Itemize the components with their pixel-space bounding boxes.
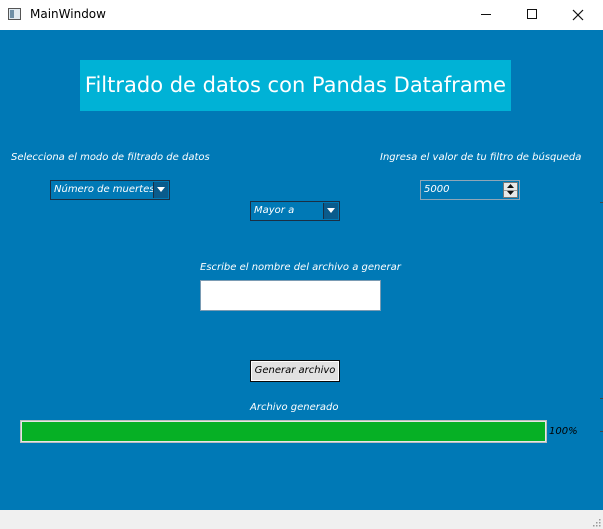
resize-grip-icon[interactable] bbox=[591, 517, 601, 527]
comparison-selected-value: Mayor a bbox=[254, 205, 295, 216]
close-icon bbox=[572, 9, 584, 21]
progress-bar bbox=[20, 420, 547, 443]
generate-file-button-label: Generar archivo bbox=[254, 365, 336, 376]
close-button[interactable] bbox=[555, 0, 601, 30]
generate-file-button[interactable]: Generar archivo bbox=[250, 360, 340, 382]
main-window-client-area: Filtrado de datos con Pandas Dataframe S… bbox=[0, 30, 603, 510]
filter-mode-dropdown[interactable]: Número de muertes bbox=[50, 180, 170, 200]
status-bar bbox=[0, 510, 603, 529]
filter-mode-label: Selecciona el modo de filtrado de datos bbox=[11, 152, 210, 163]
progress-percentage: 100% bbox=[549, 426, 578, 437]
spin-down-button[interactable] bbox=[504, 190, 517, 197]
chevron-down-icon bbox=[327, 208, 335, 213]
title-bar[interactable]: MainWindow bbox=[0, 0, 603, 30]
maximize-button[interactable] bbox=[509, 0, 555, 30]
spinbox-buttons bbox=[503, 182, 518, 198]
filter-mode-dropdown-arrow[interactable] bbox=[153, 182, 168, 198]
file-name-input[interactable] bbox=[200, 280, 381, 311]
chevron-down-icon bbox=[157, 187, 165, 192]
page-title: Filtrado de datos con Pandas Dataframe bbox=[84, 73, 507, 97]
minimize-button[interactable] bbox=[463, 0, 509, 30]
window-title: MainWindow bbox=[30, 7, 106, 21]
comparison-dropdown[interactable]: Mayor a bbox=[250, 201, 340, 221]
file-name-label: Escribe el nombre del archivo a generar bbox=[200, 262, 401, 273]
filter-value-text: 5000 bbox=[424, 184, 450, 195]
progress-bar-fill bbox=[22, 422, 545, 441]
page-title-banner: Filtrado de datos con Pandas Dataframe bbox=[80, 60, 511, 111]
comparison-dropdown-arrow[interactable] bbox=[323, 203, 338, 219]
app-window-icon bbox=[8, 8, 21, 20]
status-label: Archivo generado bbox=[250, 402, 339, 413]
filter-value-label: Ingresa el valor de tu filtro de búsqued… bbox=[380, 152, 582, 163]
arrow-up-icon bbox=[507, 184, 514, 188]
arrow-down-icon bbox=[507, 191, 514, 195]
filter-mode-selected-value: Número de muertes bbox=[54, 184, 155, 195]
filter-value-spinbox[interactable]: 5000 bbox=[420, 180, 520, 200]
